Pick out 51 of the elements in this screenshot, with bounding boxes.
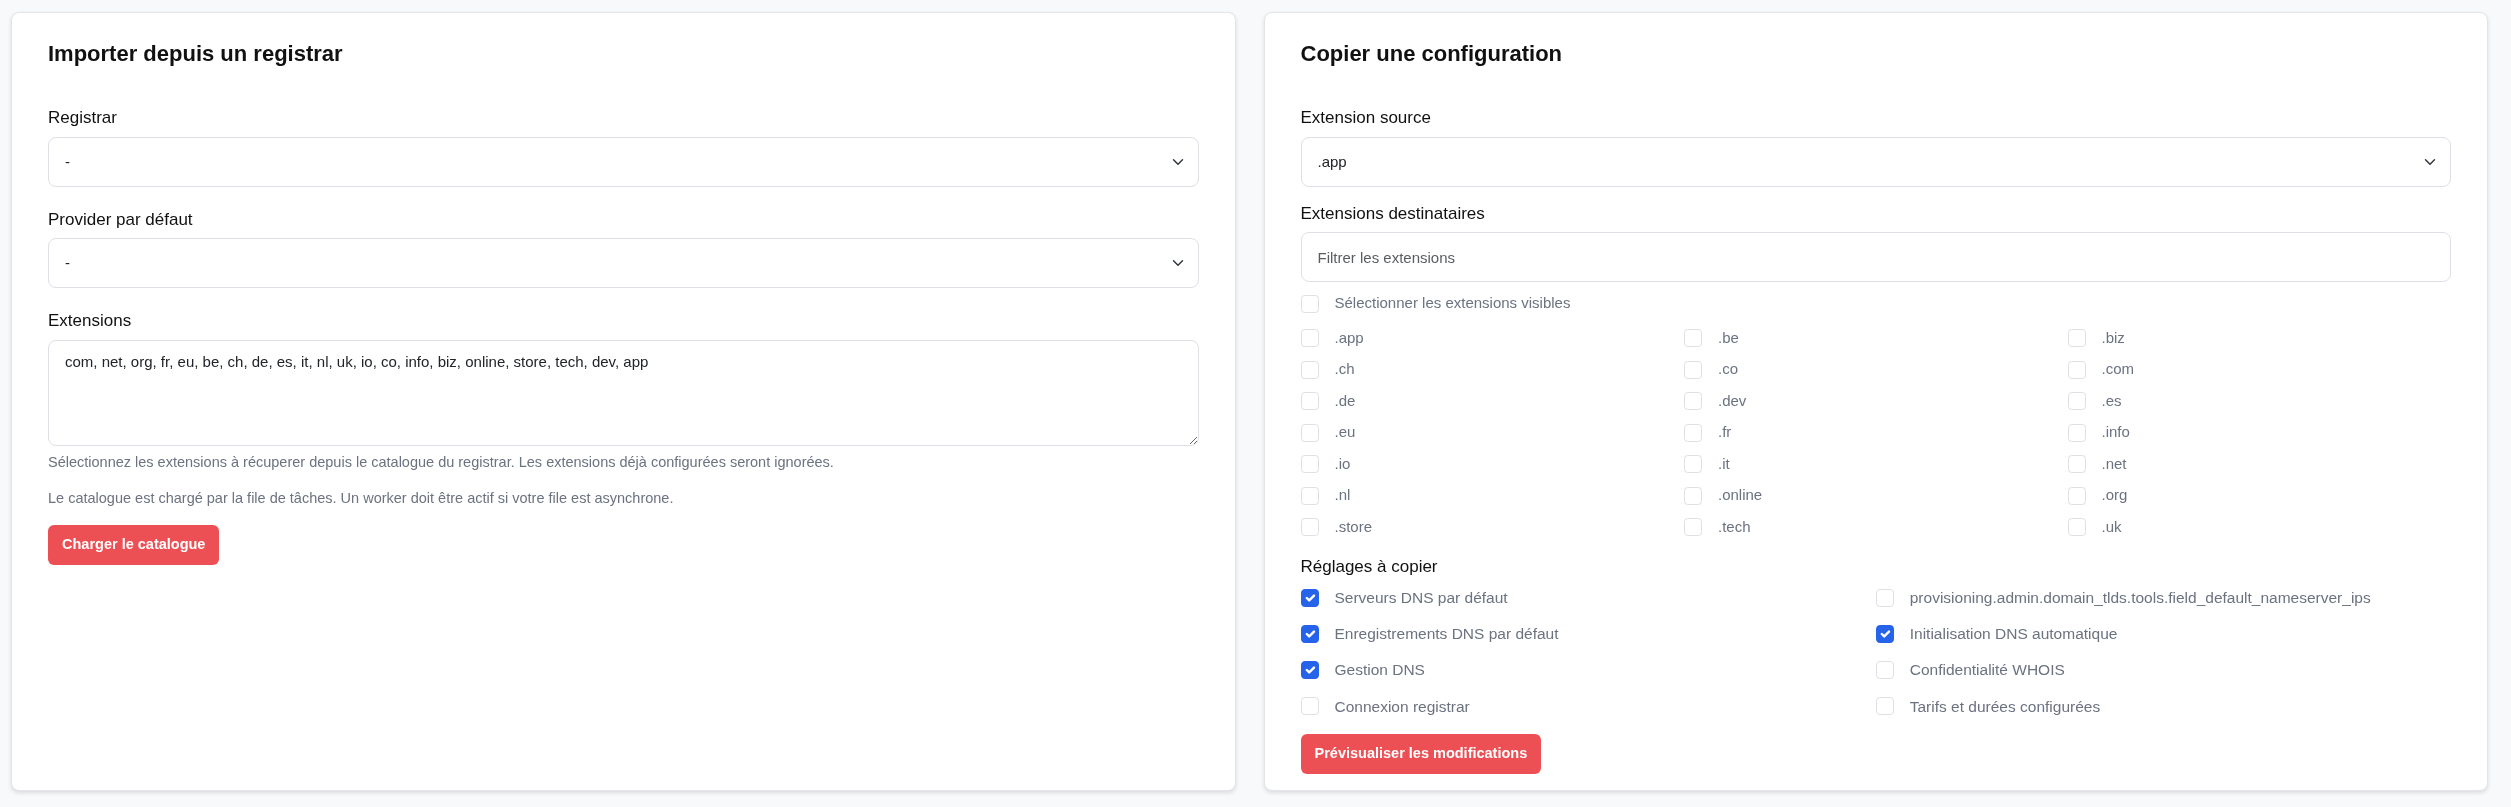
field-label: Extensions destinataires (1300, 202, 1485, 225)
checkbox-label: .store (1334, 516, 1372, 537)
checkbox[interactable] (1300, 624, 1319, 643)
checkbox-label: .es (2101, 390, 2122, 411)
checkbox[interactable] (1300, 588, 1319, 607)
checkbox-label: .online (1718, 485, 1763, 506)
preview-button[interactable]: Prévisualiser les modifications (1300, 733, 1542, 774)
checkbox-label: .dev (1718, 390, 1747, 411)
select-field[interactable]: - (48, 136, 1199, 187)
panel-title: Importer depuis un registrar (48, 41, 344, 68)
checkbox-label: .be (1718, 327, 1739, 348)
select-field[interactable]: .app (1300, 136, 2451, 187)
checkbox-label: .de (1334, 390, 1356, 411)
checkbox-label: .com (2101, 359, 2134, 380)
checkbox-label: Enregistrements DNS par défaut (1334, 624, 1559, 645)
help-text: Sélectionnez les extensions à récuperer depuis le catalogue du registrar. Les extensions déjà configurées seront ignorées. (48, 452, 835, 472)
checkbox-label: Connexion registrar (1334, 696, 1470, 717)
checkbox-label: Confidentialité WHOIS (1909, 660, 2065, 681)
checkbox-label: .biz (2101, 327, 2125, 348)
checkbox-label: .net (2101, 453, 2127, 474)
checkbox-label: .fr (1718, 422, 1732, 443)
checkbox-label: Initialisation DNS automatique (1909, 624, 2118, 645)
checkbox-label: .io (1334, 453, 1351, 474)
load-catalog-button[interactable]: Charger le catalogue (48, 525, 220, 566)
checkbox-label: Sélectionner les extensions visibles (1334, 293, 1571, 314)
checkbox-label: Serveurs DNS par défaut (1334, 587, 1508, 608)
checkbox[interactable] (1875, 624, 1894, 643)
checkbox-label: .nl (1334, 485, 1351, 506)
filter-field[interactable]: Filtrer les extensions (1300, 232, 2451, 283)
select-field[interactable]: - (48, 238, 1199, 289)
checkbox[interactable] (1300, 661, 1319, 679)
checkbox-label: Gestion DNS (1334, 660, 1425, 681)
checkbox-label: .uk (2101, 516, 2122, 537)
checkbox-label: .co (1718, 359, 1738, 380)
checkbox-label: .eu (1334, 422, 1356, 443)
field-label: Extension source (1300, 107, 1431, 130)
extensions-field[interactable]: com, net, org, fr, eu, be, ch, de, es, it, nl, uk, io, co, info, biz, online, store, tech, dev, app (48, 339, 1199, 446)
checkbox-label: .ch (1334, 359, 1355, 380)
checkbox-label: provisioning.admin.domain_tlds.tools.field_default_nameserver_ips (1909, 587, 2371, 608)
help-text: Le catalogue est chargé par la file de tâches. Un worker doit être actif si votre file est asynchrone. (48, 488, 675, 508)
field-label: Registrar (48, 107, 117, 130)
checkbox-label: .it (1718, 453, 1730, 474)
checkbox-label: Tarifs et durées configurées (1909, 696, 2101, 717)
field-label: Extensions (48, 310, 132, 333)
checkbox-label: .app (1334, 327, 1364, 348)
field-label: Provider par défaut (48, 208, 193, 231)
panel-title: Copier une configuration (1300, 41, 1564, 68)
checkbox-label: .tech (1718, 516, 1751, 537)
section-label: Réglages à copier (1300, 556, 1438, 579)
checkbox-label: .org (2101, 485, 2128, 506)
checkbox-label: .info (2101, 422, 2130, 443)
